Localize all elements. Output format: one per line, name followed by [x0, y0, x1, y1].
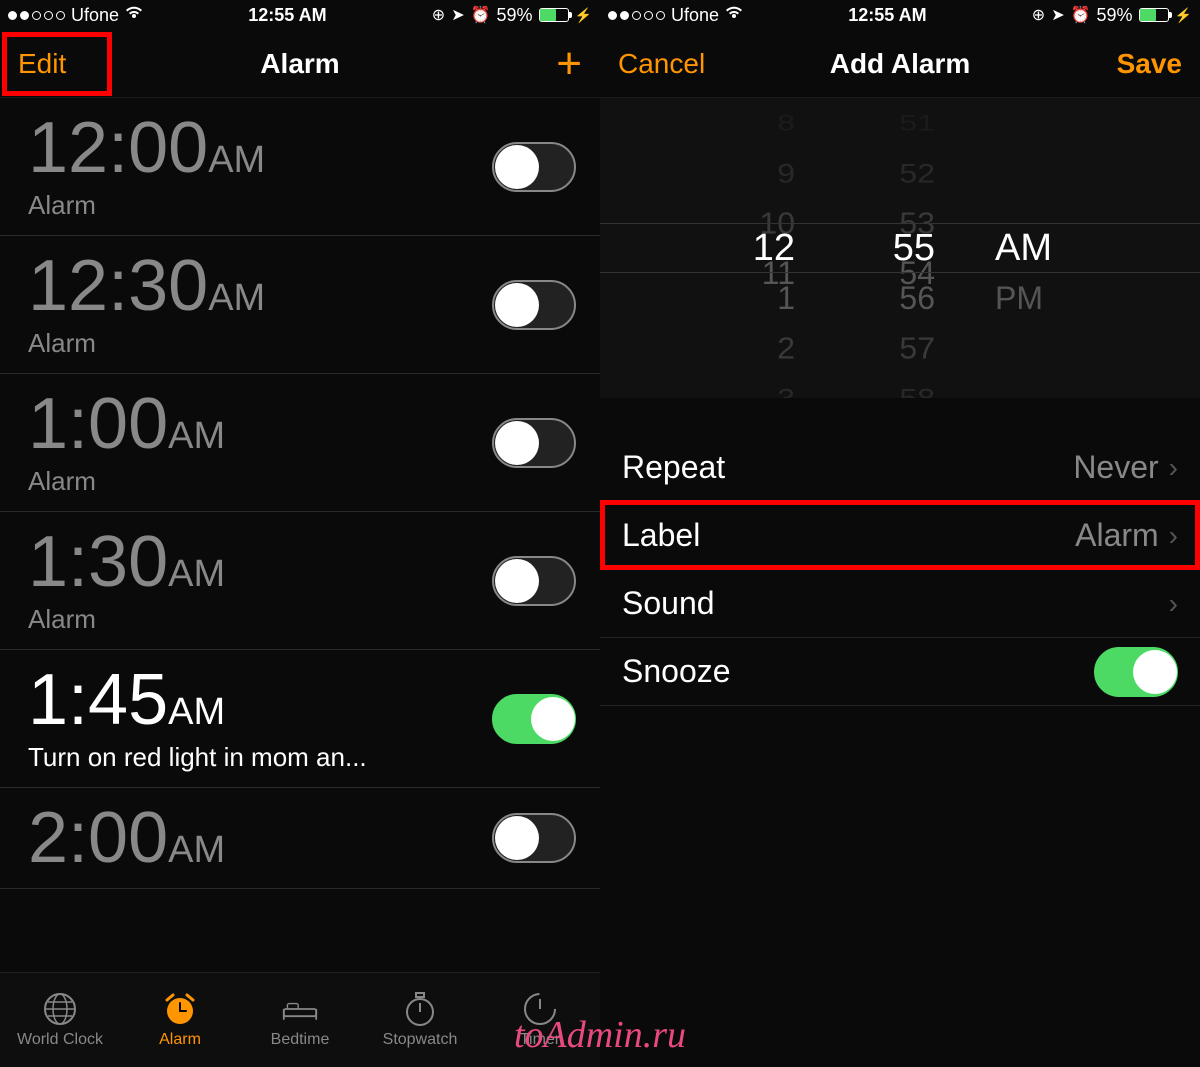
tab-bar: World Clock Alarm Bedtime Stopwatch Time…	[0, 972, 600, 1067]
battery-pct: 59%	[1097, 5, 1133, 26]
signal-dots	[8, 11, 65, 20]
status-time: 12:55 AM	[248, 5, 326, 26]
carrier-label: Ufone	[671, 5, 719, 26]
snooze-toggle[interactable]	[1094, 647, 1178, 697]
bed-icon	[282, 991, 318, 1027]
highlight-label-row	[600, 500, 1200, 570]
alarm-settings: Repeat Never› Label Alarm› Sound › Snooz…	[600, 434, 1200, 706]
alarm-toggle[interactable]	[492, 142, 576, 192]
battery-pct: 59%	[497, 5, 533, 26]
alarm-status-icon: ⏰	[471, 5, 491, 25]
save-button[interactable]: Save	[1117, 48, 1182, 79]
nav-bar: Cancel Add Alarm Save	[600, 30, 1200, 98]
wifi-icon	[725, 6, 743, 25]
setting-repeat[interactable]: Repeat Never›	[600, 434, 1200, 502]
chevron-right-icon: ›	[1169, 452, 1178, 484]
alarm-toggle[interactable]	[492, 556, 576, 606]
battery-icon	[539, 8, 569, 22]
page-title: Alarm	[260, 48, 339, 80]
setting-snooze: Snooze	[600, 638, 1200, 706]
page-title: Add Alarm	[830, 48, 971, 80]
status-bar: Ufone 12:55 AM ⊕ ➤ ⏰ 59% ⚡	[0, 0, 600, 30]
charging-icon: ⚡	[1175, 7, 1192, 24]
lock-icon: ⊕	[432, 5, 445, 25]
lock-icon: ⊕	[1032, 5, 1045, 25]
signal-dots	[608, 11, 665, 20]
picker-selected-row: 12 55 AM	[600, 223, 1200, 273]
carrier-label: Ufone	[71, 5, 119, 26]
alarm-clock-icon	[162, 991, 198, 1027]
alarm-toggle[interactable]	[492, 813, 576, 863]
picker-hour: 12	[715, 227, 795, 270]
alarm-list-screen: Ufone 12:55 AM ⊕ ➤ ⏰ 59% ⚡ Edit Alarm + …	[0, 0, 600, 1067]
alarm-toggle[interactable]	[492, 694, 576, 744]
tab-stopwatch[interactable]: Stopwatch	[360, 973, 480, 1067]
time-picker[interactable]: 851 952 1053 1154 12 55 AM 156PM 257 358	[600, 98, 1200, 398]
battery-icon	[1139, 8, 1169, 22]
chevron-right-icon: ›	[1169, 588, 1178, 620]
add-alarm-button[interactable]: +	[556, 39, 582, 88]
charging-icon: ⚡	[575, 7, 592, 24]
alarm-toggle[interactable]	[492, 280, 576, 330]
cancel-button[interactable]: Cancel	[618, 48, 705, 79]
alarm-row[interactable]: 1:30AM Alarm	[0, 512, 600, 650]
globe-icon	[42, 991, 78, 1027]
alarm-row[interactable]: 2:00AM	[0, 788, 600, 889]
tab-alarm[interactable]: Alarm	[120, 973, 240, 1067]
alarm-toggle[interactable]	[492, 418, 576, 468]
status-bar: Ufone 12:55 AM ⊕ ➤ ⏰ 59% ⚡	[600, 0, 1200, 30]
wifi-icon	[125, 6, 143, 25]
picker-ampm: AM	[995, 227, 1085, 270]
alarm-row[interactable]: 1:45AM Turn on red light in mom an...	[0, 650, 600, 788]
highlight-edit	[2, 32, 112, 96]
picker-minute: 55	[855, 227, 935, 270]
status-time: 12:55 AM	[848, 5, 926, 26]
alarm-row[interactable]: 12:00AM Alarm	[0, 98, 600, 236]
tab-bedtime[interactable]: Bedtime	[240, 973, 360, 1067]
tab-timer[interactable]: Timer	[480, 973, 600, 1067]
timer-icon	[522, 991, 558, 1027]
location-icon: ➤	[451, 5, 464, 25]
stopwatch-icon	[402, 991, 438, 1027]
alarm-list[interactable]: 12:00AM Alarm 12:30AM Alarm 1:00AM Alarm…	[0, 98, 600, 972]
tab-world-clock[interactable]: World Clock	[0, 973, 120, 1067]
add-alarm-screen: Ufone 12:55 AM ⊕ ➤ ⏰ 59% ⚡ Cancel Add Al…	[600, 0, 1200, 1067]
alarm-status-icon: ⏰	[1071, 5, 1091, 25]
alarm-row[interactable]: 1:00AM Alarm	[0, 374, 600, 512]
setting-sound[interactable]: Sound ›	[600, 570, 1200, 638]
alarm-row[interactable]: 12:30AM Alarm	[0, 236, 600, 374]
location-icon: ➤	[1051, 5, 1064, 25]
